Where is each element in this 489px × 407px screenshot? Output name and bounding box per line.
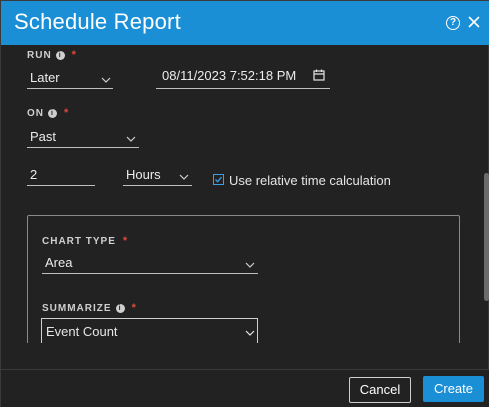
run-datetime-input[interactable]: 08/11/2023 7:52:18 PM — [156, 63, 330, 89]
calendar-icon[interactable] — [313, 69, 325, 81]
chart-type-label-group: CHART TYPE * — [42, 235, 128, 247]
schedule-report-dialog: Schedule Report ? RUN i * Later 08/11/2023… — [0, 0, 489, 407]
dialog-header: Schedule Report ? — [1, 1, 489, 45]
required-marker: * — [122, 235, 129, 247]
required-marker: * — [71, 49, 77, 61]
cancel-button[interactable]: Cancel — [349, 377, 411, 403]
close-icon[interactable] — [467, 14, 481, 30]
run-select[interactable]: Later — [27, 67, 113, 89]
time-unit-value: Hours — [126, 167, 161, 182]
run-datetime-value: 08/11/2023 7:52:18 PM — [162, 68, 297, 83]
chart-type-select[interactable]: Area — [42, 252, 258, 274]
chevron-down-icon — [245, 330, 255, 336]
summarize-label-group: SUMMARIZE i * — [42, 302, 137, 314]
relative-time-checkbox[interactable] — [213, 174, 224, 185]
chevron-down-icon — [245, 262, 255, 268]
relative-time-label[interactable]: Use relative time calculation — [229, 173, 391, 188]
on-select[interactable]: Past — [27, 126, 139, 148]
dialog-footer — [1, 369, 489, 407]
dialog-title: Schedule Report — [14, 9, 181, 34]
check-icon — [215, 176, 223, 183]
chevron-down-icon — [101, 77, 111, 83]
dialog-body: RUN i * Later 08/11/2023 7:52:18 PM ON i * P… — [1, 45, 489, 343]
help-icon[interactable]: ? — [446, 16, 460, 30]
scrollbar[interactable] — [484, 173, 489, 301]
run-label: RUN — [27, 50, 52, 61]
chevron-down-icon — [126, 136, 136, 142]
summarize-label: SUMMARIZE — [42, 303, 112, 314]
summarize-value: Event Count — [46, 324, 118, 339]
chevron-down-icon — [179, 174, 189, 180]
chart-type-label: CHART TYPE — [42, 236, 116, 247]
info-icon[interactable]: i — [55, 51, 65, 60]
on-label-group: ON i * — [27, 107, 69, 119]
run-select-value: Later — [30, 70, 60, 85]
on-label: ON — [27, 108, 44, 119]
time-unit-select[interactable]: Hours — [123, 164, 192, 186]
time-amount-value: 2 — [30, 167, 38, 182]
on-select-value: Past — [30, 129, 57, 144]
run-label-group: RUN i * — [27, 49, 77, 61]
chart-type-value: Area — [45, 255, 73, 270]
info-icon[interactable]: i — [48, 109, 57, 118]
create-button[interactable]: Create — [423, 376, 484, 402]
info-icon[interactable]: i — [115, 304, 125, 313]
summarize-select[interactable]: Event Count — [41, 318, 258, 343]
required-marker: * — [64, 107, 70, 119]
time-amount-input[interactable]: 2 — [27, 164, 95, 186]
required-marker: * — [131, 302, 137, 314]
